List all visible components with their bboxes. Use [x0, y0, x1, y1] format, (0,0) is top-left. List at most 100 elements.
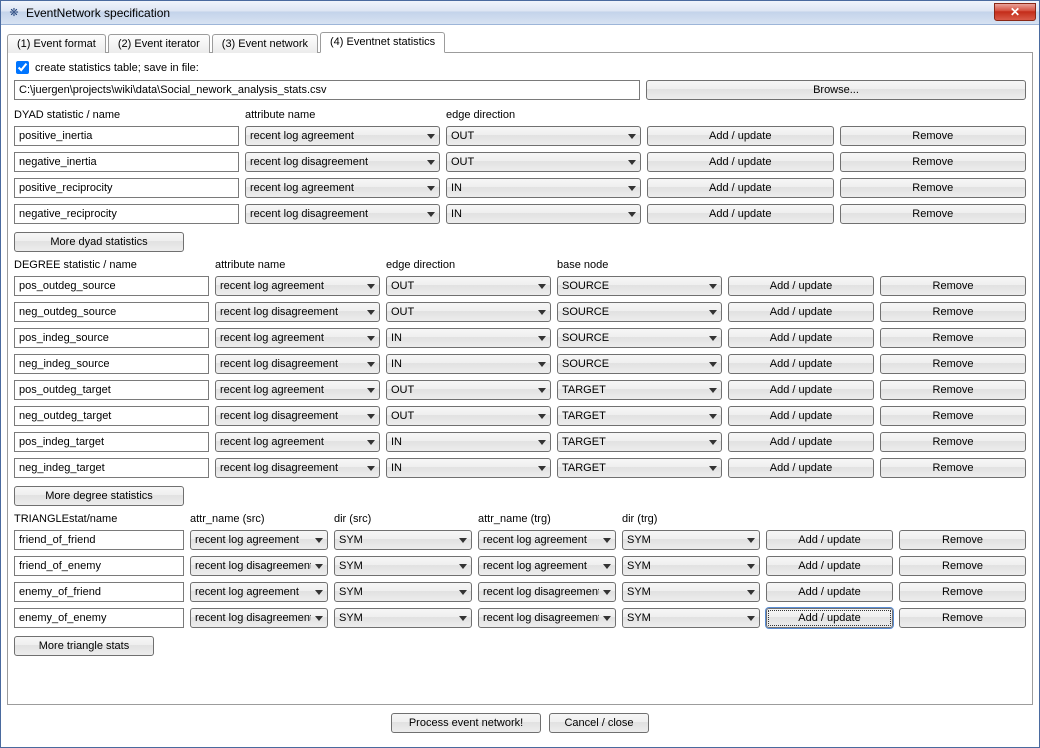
add-update-button[interactable]: Add / update [728, 458, 874, 478]
dyad-attr-combo[interactable]: recent log agreement [245, 178, 440, 198]
dyad-attr-combo[interactable]: recent log disagreement [245, 204, 440, 224]
add-update-button[interactable]: Add / update [766, 530, 893, 550]
degree-name-input[interactable] [14, 328, 209, 348]
add-update-button[interactable]: Add / update [728, 302, 874, 322]
triangle-attr-trg-combo[interactable]: recent log agreement [478, 556, 616, 576]
triangle-attr-trg-combo[interactable]: recent log agreement [478, 530, 616, 550]
degree-attr-combo[interactable]: recent log disagreement [215, 302, 380, 322]
add-update-button[interactable]: Add / update [647, 152, 834, 172]
triangle-attr-src-combo[interactable]: recent log disagreement [190, 608, 328, 628]
degree-base-combo[interactable]: SOURCE [557, 354, 722, 374]
tab-event-format[interactable]: (1) Event format [7, 34, 106, 53]
add-update-button[interactable]: Add / update [728, 328, 874, 348]
add-update-button[interactable]: Add / update [728, 380, 874, 400]
degree-dir-combo[interactable]: OUT [386, 276, 551, 296]
dyad-dir-combo[interactable]: IN [446, 178, 641, 198]
dyad-name-input[interactable] [14, 126, 239, 146]
remove-button[interactable]: Remove [899, 608, 1026, 628]
degree-name-input[interactable] [14, 380, 209, 400]
dyad-dir-combo[interactable]: IN [446, 204, 641, 224]
remove-button[interactable]: Remove [899, 582, 1026, 602]
degree-name-input[interactable] [14, 354, 209, 374]
degree-dir-combo[interactable]: IN [386, 458, 551, 478]
close-button[interactable]: ✕ [994, 3, 1036, 21]
more-degree-button[interactable]: More degree statistics [14, 486, 184, 506]
triangle-name-input[interactable] [14, 530, 184, 550]
remove-button[interactable]: Remove [840, 178, 1027, 198]
remove-button[interactable]: Remove [880, 276, 1026, 296]
add-update-button[interactable]: Add / update [766, 556, 893, 576]
triangle-attr-src-combo[interactable]: recent log agreement [190, 582, 328, 602]
degree-dir-combo[interactable]: IN [386, 328, 551, 348]
add-update-button[interactable]: Add / update [647, 126, 834, 146]
degree-name-input[interactable] [14, 406, 209, 426]
add-update-button[interactable]: Add / update [728, 276, 874, 296]
degree-base-combo[interactable]: SOURCE [557, 302, 722, 322]
remove-button[interactable]: Remove [880, 380, 1026, 400]
degree-dir-combo[interactable]: OUT [386, 302, 551, 322]
degree-base-combo[interactable]: SOURCE [557, 276, 722, 296]
remove-button[interactable]: Remove [840, 126, 1027, 146]
add-update-button[interactable]: Add / update [728, 432, 874, 452]
remove-button[interactable]: Remove [880, 302, 1026, 322]
add-update-button[interactable]: Add / update [647, 204, 834, 224]
degree-attr-combo[interactable]: recent log agreement [215, 328, 380, 348]
add-update-button[interactable]: Add / update [766, 582, 893, 602]
dyad-attr-combo[interactable]: recent log disagreement [245, 152, 440, 172]
add-update-button[interactable]: Add / update [728, 406, 874, 426]
add-update-button[interactable]: Add / update [728, 354, 874, 374]
degree-attr-combo[interactable]: recent log agreement [215, 276, 380, 296]
remove-button[interactable]: Remove [880, 328, 1026, 348]
tab-event-iterator[interactable]: (2) Event iterator [108, 34, 210, 53]
more-triangle-button[interactable]: More triangle stats [14, 636, 154, 656]
degree-name-input[interactable] [14, 458, 209, 478]
degree-base-combo[interactable]: TARGET [557, 432, 722, 452]
triangle-dir-trg-combo[interactable]: SYM [622, 556, 760, 576]
triangle-dir-trg-combo[interactable]: SYM [622, 530, 760, 550]
triangle-attr-trg-combo[interactable]: recent log disagreement [478, 582, 616, 602]
triangle-name-input[interactable] [14, 556, 184, 576]
remove-button[interactable]: Remove [880, 458, 1026, 478]
triangle-dir-src-combo[interactable]: SYM [334, 530, 472, 550]
tab-eventnet-statistics[interactable]: (4) Eventnet statistics [320, 32, 445, 53]
add-update-button[interactable]: Add / update [766, 608, 893, 628]
dyad-dir-combo[interactable]: OUT [446, 126, 641, 146]
triangle-attr-src-combo[interactable]: recent log disagreement [190, 556, 328, 576]
remove-button[interactable]: Remove [880, 432, 1026, 452]
triangle-dir-src-combo[interactable]: SYM [334, 608, 472, 628]
dyad-name-input[interactable] [14, 178, 239, 198]
dyad-name-input[interactable] [14, 152, 239, 172]
triangle-dir-trg-combo[interactable]: SYM [622, 582, 760, 602]
degree-attr-combo[interactable]: recent log agreement [215, 432, 380, 452]
triangle-name-input[interactable] [14, 582, 184, 602]
degree-base-combo[interactable]: SOURCE [557, 328, 722, 348]
remove-button[interactable]: Remove [880, 406, 1026, 426]
remove-button[interactable]: Remove [899, 556, 1026, 576]
browse-button[interactable]: Browse... [646, 80, 1026, 100]
cancel-button[interactable]: Cancel / close [549, 713, 649, 733]
degree-dir-combo[interactable]: OUT [386, 406, 551, 426]
file-path-input[interactable] [14, 80, 640, 100]
triangle-dir-src-combo[interactable]: SYM [334, 556, 472, 576]
dyad-attr-combo[interactable]: recent log agreement [245, 126, 440, 146]
degree-attr-combo[interactable]: recent log disagreement [215, 354, 380, 374]
degree-name-input[interactable] [14, 276, 209, 296]
dyad-dir-combo[interactable]: OUT [446, 152, 641, 172]
degree-attr-combo[interactable]: recent log agreement [215, 380, 380, 400]
degree-name-input[interactable] [14, 302, 209, 322]
remove-button[interactable]: Remove [840, 204, 1027, 224]
degree-dir-combo[interactable]: IN [386, 432, 551, 452]
degree-base-combo[interactable]: TARGET [557, 380, 722, 400]
create-stats-checkbox[interactable] [16, 61, 29, 74]
dyad-name-input[interactable] [14, 204, 239, 224]
triangle-name-input[interactable] [14, 608, 184, 628]
degree-attr-combo[interactable]: recent log disagreement [215, 406, 380, 426]
remove-button[interactable]: Remove [880, 354, 1026, 374]
degree-dir-combo[interactable]: OUT [386, 380, 551, 400]
degree-dir-combo[interactable]: IN [386, 354, 551, 374]
triangle-dir-src-combo[interactable]: SYM [334, 582, 472, 602]
degree-base-combo[interactable]: TARGET [557, 406, 722, 426]
degree-base-combo[interactable]: TARGET [557, 458, 722, 478]
triangle-dir-trg-combo[interactable]: SYM [622, 608, 760, 628]
add-update-button[interactable]: Add / update [647, 178, 834, 198]
